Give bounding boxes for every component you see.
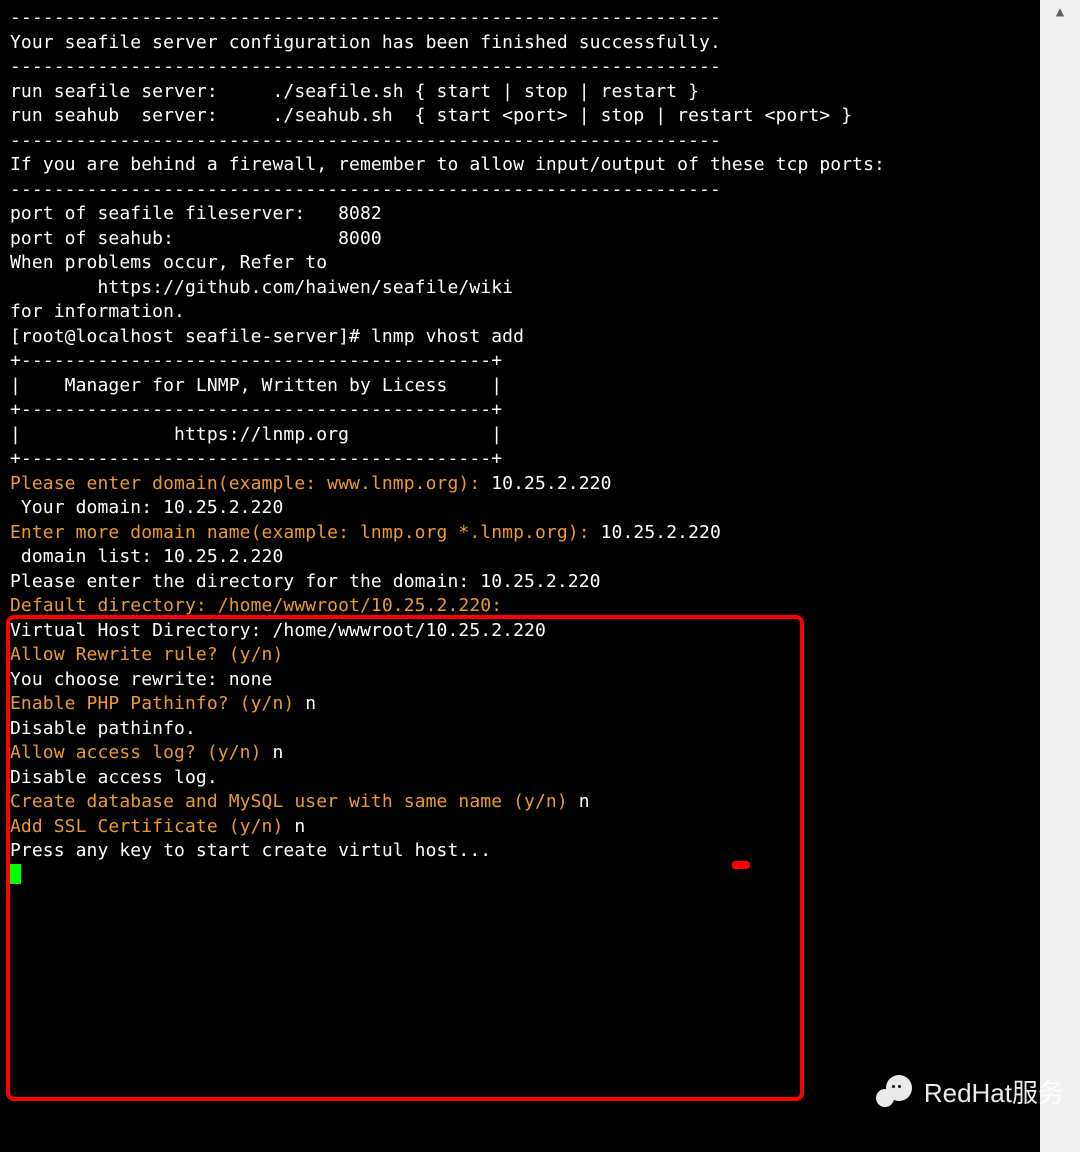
terminal-text: Allow Rewrite rule? (y/n) [10,644,294,665]
terminal-line: +---------------------------------------… [10,447,1030,472]
terminal-text: port of seafile fileserver: 8082 [10,203,382,224]
terminal-line: Please enter domain(example: www.lnmp.or… [10,472,1030,497]
terminal-line: Disable access log. [10,766,1030,791]
terminal-text: ----------------------------------------… [10,179,721,200]
terminal-text: domain list: 10.25.2.220 [10,546,283,567]
terminal-text: [root@localhost seafile-server]# lnmp vh… [10,326,524,347]
terminal-text: Default directory: /home/wwwroot/10.25.2… [10,595,502,616]
terminal-line: | Manager for LNMP, Written by Licess | [10,374,1030,399]
terminal-text: n [273,742,284,763]
terminal-text: Create database and MySQL user with same… [10,791,579,812]
vertical-scrollbar[interactable]: ▲ [1040,0,1080,1152]
terminal-line: https://github.com/haiwen/seafile/wiki [10,276,1030,301]
terminal-text: Disable access log. [10,767,218,788]
terminal-line: ----------------------------------------… [10,129,1030,154]
terminal-text: ----------------------------------------… [10,56,721,77]
terminal-text: ----------------------------------------… [10,130,721,151]
terminal-line: run seahub server: ./seahub.sh { start <… [10,104,1030,129]
terminal-text: If you are behind a firewall, remember t… [10,154,885,175]
terminal-line: Please enter the directory for the domai… [10,570,1030,595]
terminal-text: run seahub server: ./seahub.sh { start <… [10,105,852,126]
terminal-line: Allow Rewrite rule? (y/n) [10,643,1030,668]
terminal-line: If you are behind a firewall, remember t… [10,153,1030,178]
terminal-line: You choose rewrite: none [10,668,1030,693]
terminal-line: Default directory: /home/wwwroot/10.25.2… [10,594,1030,619]
terminal-screen: ----------------------------------------… [0,0,1040,1152]
terminal-text: Your seafile server configuration has be… [10,32,721,53]
terminal-text: | https://lnmp.org | [10,424,502,445]
terminal-text: Virtual Host Directory: /home/wwwroot/10… [10,620,546,641]
terminal-text: Enable PHP Pathinfo? (y/n) [10,693,305,714]
terminal-text: Add SSL Certificate (y/n) [10,816,294,837]
terminal-line: port of seafile fileserver: 8082 [10,202,1030,227]
terminal-line: Create database and MySQL user with same… [10,790,1030,815]
terminal-output[interactable]: ----------------------------------------… [0,0,1040,888]
terminal-text: +---------------------------------------… [10,350,502,371]
terminal-line [10,864,1030,889]
terminal-line: | https://lnmp.org | [10,423,1030,448]
terminal-text: for information. [10,301,185,322]
terminal-line: domain list: 10.25.2.220 [10,545,1030,570]
terminal-text: +---------------------------------------… [10,399,502,420]
terminal-text: Your domain: 10.25.2.220 [10,497,283,518]
terminal-text: n [294,816,305,837]
terminal-text: n [579,791,590,812]
terminal-line: +---------------------------------------… [10,349,1030,374]
terminal-text: Please enter domain(example: www.lnmp.or… [10,473,491,494]
scroll-track[interactable] [1040,24,1080,1152]
cursor [10,864,21,884]
terminal-line: Your domain: 10.25.2.220 [10,496,1030,521]
terminal-text: Disable pathinfo. [10,718,196,739]
terminal-text: 10.25.2.220 [491,473,611,494]
terminal-line: Disable pathinfo. [10,717,1030,742]
terminal-text: Allow access log? (y/n) [10,742,273,763]
terminal-line: port of seahub: 8000 [10,227,1030,252]
terminal-text: When problems occur, Refer to [10,252,327,273]
terminal-text: | Manager for LNMP, Written by Licess | [10,375,502,396]
terminal-text: run seafile server: ./seafile.sh { start… [10,81,699,102]
terminal-line: ----------------------------------------… [10,178,1030,203]
terminal-line: Your seafile server configuration has be… [10,31,1030,56]
terminal-text: ----------------------------------------… [10,7,721,28]
terminal-text: port of seahub: 8000 [10,228,382,249]
red-marker [732,861,750,869]
terminal-text: https://github.com/haiwen/seafile/wiki [10,277,513,298]
terminal-line: [root@localhost seafile-server]# lnmp vh… [10,325,1030,350]
terminal-text: Enter more domain name(example: lnmp.org… [10,522,601,543]
terminal-line: Virtual Host Directory: /home/wwwroot/10… [10,619,1030,644]
watermark: RedHat服务 [876,1073,1064,1110]
wechat-icon [876,1075,916,1109]
terminal-line: Add SSL Certificate (y/n) n [10,815,1030,840]
terminal-line: When problems occur, Refer to [10,251,1030,276]
scroll-up-arrow[interactable]: ▲ [1040,0,1080,24]
terminal-text: Please enter the directory for the domai… [10,571,601,592]
terminal-text: n [305,693,316,714]
terminal-line: Press any key to start create virtul hos… [10,839,1030,864]
terminal-line: ----------------------------------------… [10,6,1030,31]
terminal-line: for information. [10,300,1030,325]
terminal-text: 10.25.2.220 [601,522,721,543]
terminal-line: Enter more domain name(example: lnmp.org… [10,521,1030,546]
watermark-text: RedHat服务 [924,1073,1064,1110]
terminal-line: ----------------------------------------… [10,55,1030,80]
terminal-text: Press any key to start create virtul hos… [10,840,491,861]
terminal-text: +---------------------------------------… [10,448,502,469]
terminal-line: run seafile server: ./seafile.sh { start… [10,80,1030,105]
terminal-text: You choose rewrite: none [10,669,273,690]
terminal-line: Enable PHP Pathinfo? (y/n) n [10,692,1030,717]
terminal-line: Allow access log? (y/n) n [10,741,1030,766]
terminal-line: +---------------------------------------… [10,398,1030,423]
